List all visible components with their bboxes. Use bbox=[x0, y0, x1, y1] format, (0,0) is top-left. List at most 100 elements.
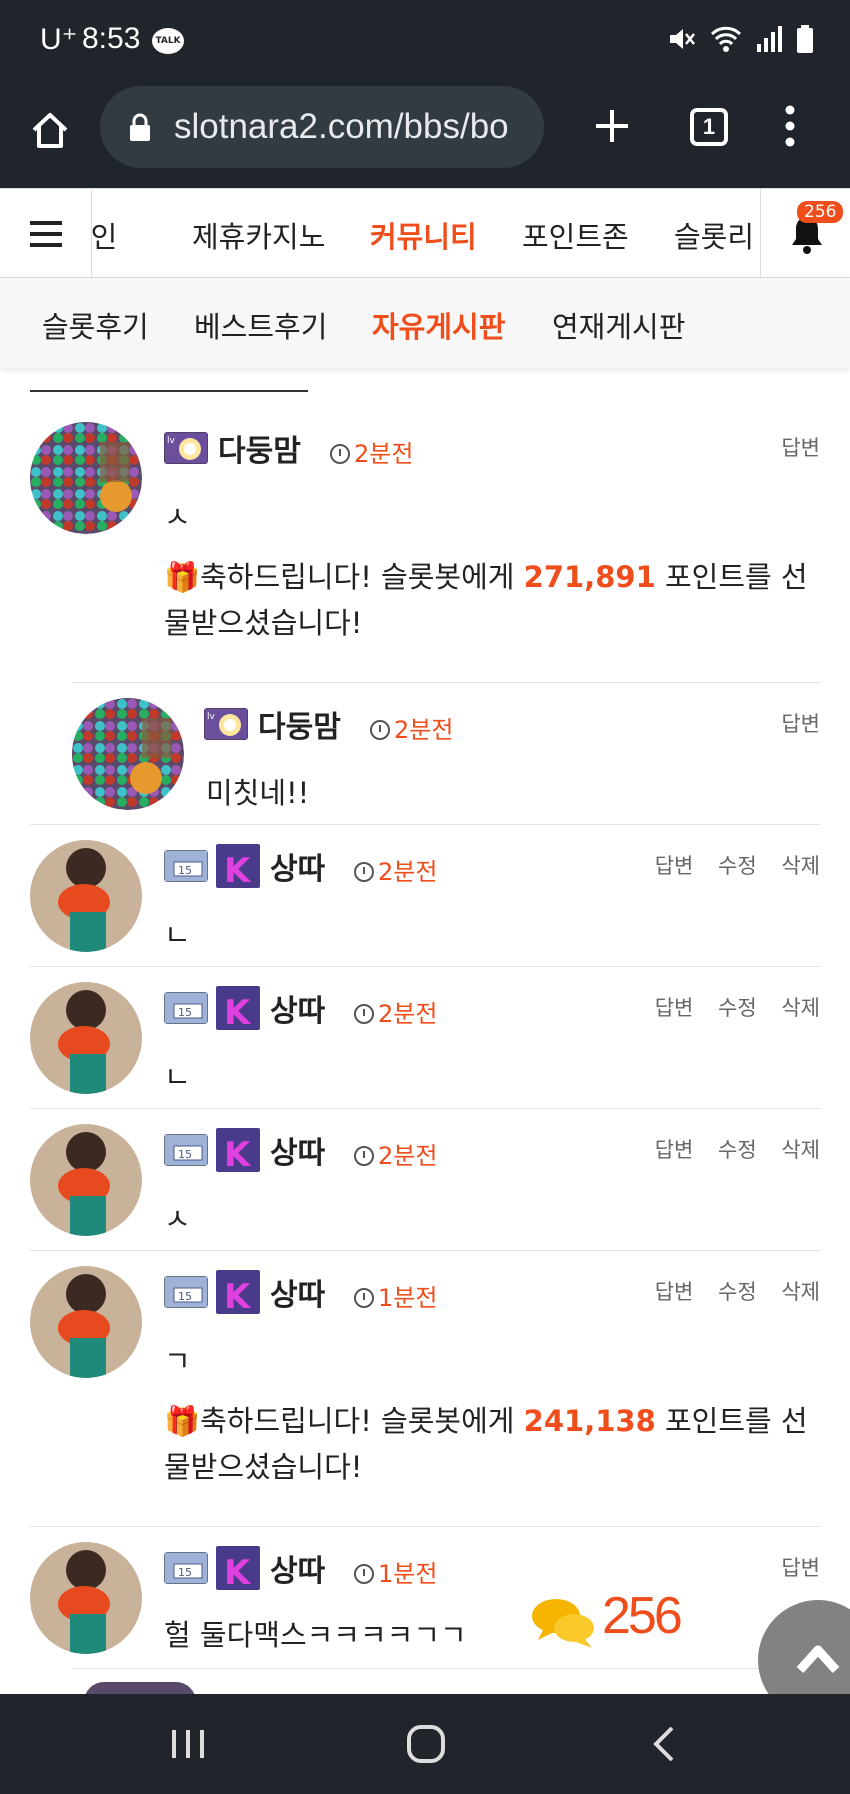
hamburger-menu-icon[interactable] bbox=[0, 189, 92, 279]
clock-icon bbox=[354, 1004, 374, 1024]
svg-text:K: K bbox=[224, 1135, 252, 1172]
divider bbox=[30, 1250, 820, 1251]
subnav-serial-board[interactable]: 연재게시판 bbox=[552, 304, 685, 346]
comment-author[interactable]: 상따 bbox=[270, 1270, 325, 1314]
reply-button[interactable]: 답변 bbox=[655, 854, 694, 878]
reply-button[interactable]: 답변 bbox=[655, 996, 694, 1020]
clock: 8:53 bbox=[82, 22, 141, 55]
svg-text:15: 15 bbox=[178, 1290, 192, 1303]
nav-item-point-zone[interactable]: 포인트존 bbox=[522, 214, 629, 256]
comments-header-underline bbox=[30, 368, 308, 392]
comment-time: 2분전 bbox=[330, 434, 413, 469]
edit-button[interactable]: 수정 bbox=[718, 854, 757, 878]
avatar[interactable] bbox=[72, 698, 184, 810]
reply-button[interactable]: 답변 bbox=[655, 1138, 694, 1162]
avatar[interactable] bbox=[30, 982, 142, 1094]
delete-button[interactable]: 삭제 bbox=[781, 1280, 820, 1304]
new-tab-icon[interactable] bbox=[590, 104, 634, 148]
delete-button[interactable]: 삭제 bbox=[781, 854, 820, 878]
level-badge-icon: lv bbox=[204, 708, 248, 740]
address-bar[interactable]: slotnara2.com/bbs/bo bbox=[100, 86, 544, 168]
battery-icon bbox=[797, 25, 813, 53]
gift-message: 🎁축하드립니다! 슬롯봇에게 241,138 포인트를 선물받으셨습니다! bbox=[164, 1404, 808, 1484]
talk-notification-icon: TALK bbox=[152, 28, 184, 54]
reply-button[interactable]: 답변 bbox=[781, 712, 820, 736]
url-text: slotnara2.com/bbs/bo bbox=[174, 107, 509, 146]
comment-time: 2분전 bbox=[354, 994, 437, 1029]
reply-button[interactable]: 답변 bbox=[781, 436, 820, 460]
carrier-label: U⁺ bbox=[40, 23, 78, 56]
comment-text: ㅅ bbox=[164, 1202, 191, 1236]
edit-button[interactable]: 수정 bbox=[718, 1138, 757, 1162]
subnav-best-review[interactable]: 베스트후기 bbox=[194, 304, 327, 346]
clock-icon bbox=[354, 1564, 374, 1584]
nav-item-partner-casino[interactable]: 제휴카지노 bbox=[192, 214, 325, 256]
edit-button[interactable]: 수정 bbox=[718, 996, 757, 1020]
clock-icon bbox=[354, 1288, 374, 1308]
subnav-slot-review[interactable]: 슬롯후기 bbox=[42, 304, 149, 346]
recent-apps-icon[interactable] bbox=[170, 1726, 206, 1762]
comment-author[interactable]: 상따 bbox=[270, 1128, 325, 1172]
rank-badge-icon: K bbox=[216, 986, 260, 1030]
more-options-icon[interactable] bbox=[784, 104, 796, 148]
nav-item-slot[interactable]: 슬롯리 bbox=[674, 214, 754, 256]
notification-button[interactable]: 256 bbox=[760, 189, 850, 279]
comment-actions: 답변 bbox=[763, 432, 820, 462]
back-icon[interactable] bbox=[650, 1724, 678, 1764]
comment-author[interactable]: 다둥맘 bbox=[258, 702, 341, 746]
status-bar: U⁺ 8:53 TALK bbox=[0, 0, 850, 82]
chat-count: 256 bbox=[602, 1587, 683, 1645]
android-navigation-bar bbox=[0, 1694, 850, 1794]
comment-author[interactable]: 상따 bbox=[270, 1546, 325, 1590]
comment-actions: 답변 수정 삭제 bbox=[637, 1134, 820, 1164]
comment-text: ㄴ bbox=[164, 1060, 191, 1094]
avatar[interactable] bbox=[30, 422, 142, 534]
svg-text:K: K bbox=[224, 851, 252, 888]
delete-button[interactable]: 삭제 bbox=[781, 996, 820, 1020]
nav-item-community[interactable]: 커뮤니티 bbox=[370, 214, 477, 256]
browser-toolbar: slotnara2.com/bbs/bo 1 bbox=[0, 82, 850, 188]
comment-author[interactable]: 상따 bbox=[270, 844, 325, 888]
svg-text:15: 15 bbox=[178, 1148, 192, 1161]
comment-text: ㅅ bbox=[164, 500, 191, 534]
home-button-icon[interactable] bbox=[406, 1724, 446, 1764]
rank-badge-icon: K bbox=[216, 1546, 260, 1590]
comment-actions: 답변 bbox=[763, 708, 820, 738]
nav-item-main[interactable]: 메인 bbox=[92, 214, 117, 256]
lock-icon[interactable] bbox=[128, 112, 152, 142]
comment-time: 1분전 bbox=[354, 1554, 437, 1589]
gift-icon: 🎁 bbox=[164, 560, 201, 594]
rank-badge-icon: K bbox=[216, 1270, 260, 1314]
mute-icon bbox=[670, 29, 695, 49]
tab-switcher-button[interactable]: 1 bbox=[690, 108, 728, 146]
chat-button[interactable]: 256 bbox=[530, 1580, 700, 1670]
reply-button[interactable]: 답변 bbox=[781, 1556, 820, 1580]
comment-author[interactable]: 상따 bbox=[270, 986, 325, 1030]
svg-text:15: 15 bbox=[178, 864, 192, 877]
comment-text: 헐 둘다맥스ㅋㅋㅋㅋㄱㄱ bbox=[164, 1618, 467, 1652]
subnav-free-board[interactable]: 자유게시판 bbox=[372, 304, 505, 346]
clock-icon bbox=[330, 444, 350, 464]
avatar[interactable] bbox=[30, 1542, 142, 1654]
svg-text:K: K bbox=[224, 1277, 252, 1314]
level-badge-icon: 15 bbox=[164, 850, 208, 882]
home-icon[interactable] bbox=[28, 108, 72, 152]
chevron-up-icon bbox=[796, 1645, 840, 1674]
avatar[interactable] bbox=[30, 840, 142, 952]
avatar[interactable] bbox=[30, 1266, 142, 1378]
divider bbox=[30, 1526, 820, 1527]
comment-actions: 답변 수정 삭제 bbox=[637, 850, 820, 880]
edit-button[interactable]: 수정 bbox=[718, 1280, 757, 1304]
avatar[interactable] bbox=[30, 1124, 142, 1236]
reply-button[interactable]: 답변 bbox=[655, 1280, 694, 1304]
divider bbox=[30, 966, 820, 967]
svg-text:lv: lv bbox=[167, 436, 176, 446]
svg-text:K: K bbox=[224, 993, 252, 1030]
comment-actions: 답변 bbox=[763, 1552, 820, 1582]
comment-actions: 답변 수정 삭제 bbox=[637, 992, 820, 1022]
delete-button[interactable]: 삭제 bbox=[781, 1138, 820, 1162]
level-badge-icon: 15 bbox=[164, 1552, 208, 1584]
divider bbox=[72, 682, 820, 683]
comment-author[interactable]: 다둥맘 bbox=[218, 426, 301, 470]
comment-time: 2분전 bbox=[354, 1136, 437, 1171]
